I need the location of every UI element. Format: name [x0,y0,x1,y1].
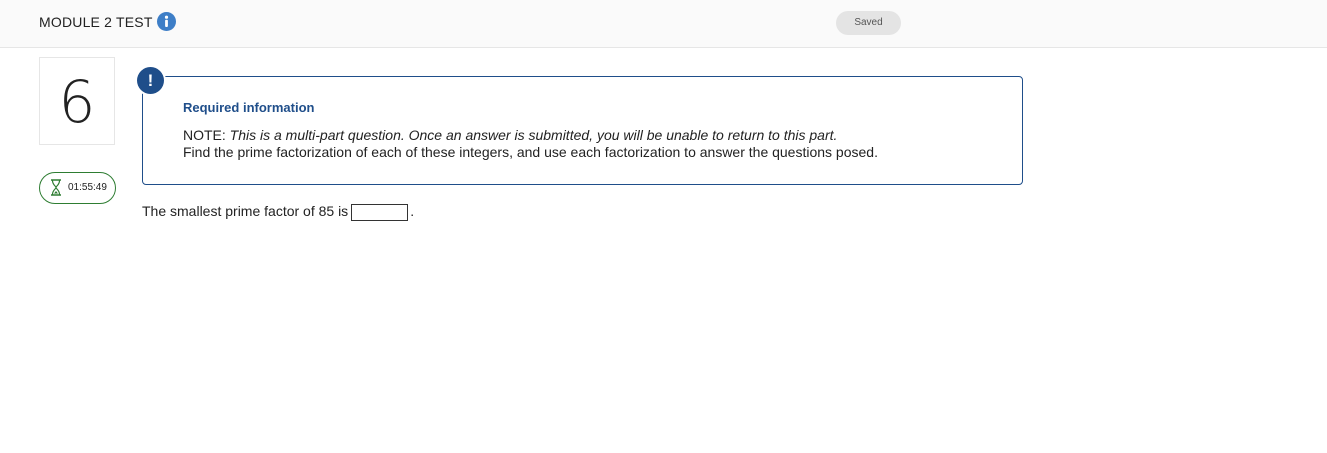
hourglass-icon [50,179,62,201]
info-icon[interactable] [157,12,176,31]
question-number-box: 6 [39,57,115,145]
required-info-note: NOTE: This is a multi-part question. Onc… [183,127,878,161]
answer-input[interactable] [351,203,409,221]
required-info-title: Required information [183,100,315,115]
question-number: 6 [58,68,96,136]
note-label: NOTE: [183,127,226,143]
timer-text: 01:55:49 [68,182,107,193]
alert-icon: ! [137,67,164,94]
page-title: MODULE 2 TEST [39,14,153,30]
required-info-panel: Required information NOTE: This is a mul… [142,76,1023,185]
note-text: This is a multi-part question. Once an a… [229,127,838,143]
question-prompt: The smallest prime factor of 85 is [142,203,349,219]
top-bar: MODULE 2 TEST Saved [0,0,1327,48]
save-status-badge: Saved [836,11,901,35]
timer-badge[interactable]: 01:55:49 [39,172,116,204]
instructions-text: Find the prime factorization of each of … [183,144,878,160]
question-line: The smallest prime factor of 85 is. [142,203,414,221]
question-suffix: . [410,203,415,219]
